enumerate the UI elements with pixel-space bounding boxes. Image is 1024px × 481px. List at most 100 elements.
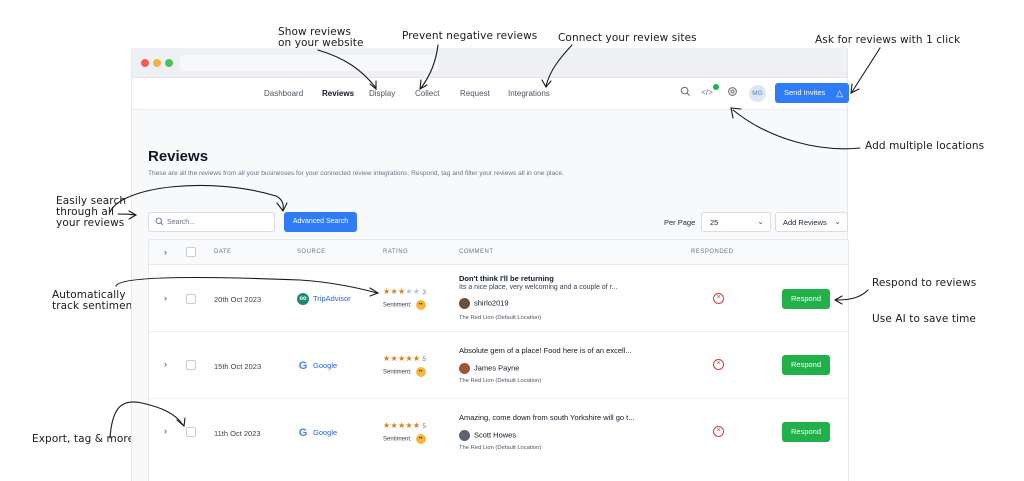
review-date: 15th Oct 2023 [214,362,262,371]
row-checkbox[interactable] [186,360,196,370]
chevron-down-icon: ⌄ [834,217,841,226]
per-page-label: Per Page [664,218,696,227]
comment-body: Its a nice place, very welcoming and a c… [459,284,618,291]
sentiment-label: Sentiment: [383,369,412,376]
review-date: 20th Oct 2023 [214,295,262,304]
table-header: › DATE SOURCE RATING COMMENT RESPONDED [149,240,848,265]
nav-display[interactable]: Display [369,89,395,98]
nav-collect[interactable]: Collect [415,89,439,98]
column-date: DATE [214,249,232,255]
add-reviews-dropdown[interactable]: Add Reviews ⌄ [775,212,848,232]
google-icon: G [298,360,308,372]
column-source: SOURCE [297,249,326,255]
not-responded-icon: × [713,359,724,370]
rating-value: 5 [422,423,427,430]
annotation-ask-reviews: Ask for reviews with 1 click [815,34,961,46]
review-source[interactable]: oo TripAdvisor [297,293,351,305]
respond-button[interactable]: Respond [782,422,830,442]
review-author: shirlo2019 [459,298,509,309]
table-row[interactable]: › 11th Oct 2023 G Google ★★★★★ 5 Sentiment… [149,399,848,466]
review-source[interactable]: G Google [297,427,337,439]
select-all-checkbox[interactable] [186,247,196,257]
sentiment-indicator: Sentiment: •• [383,367,426,377]
review-author: Scott Howes [459,430,516,441]
annotation-respond-reviews: Respond to reviews [872,277,977,289]
table-row[interactable]: › 20th Oct 2023 oo TripAdvisor ★★★★★ 3 Sen… [149,265,848,332]
page-title: Reviews [148,148,209,165]
star-rating: ★★★★★ 5 [383,421,427,430]
not-responded-icon: × [713,293,724,304]
source-label: TripAdvisor [313,293,351,303]
table-row[interactable]: › 15th Oct 2023 G Google ★★★★★ 5 Sentiment… [149,332,848,399]
author-avatar [459,363,470,374]
comment-title: Don't think I'll be returning [459,274,554,283]
neutral-face-icon: •• [415,434,426,444]
annotation-easily-search: Easily search through all your reviews [56,195,127,229]
author-name: Scott Howes [474,430,517,440]
annotation-export-tag: Export, tag & more [32,433,135,445]
search-input[interactable]: Search... [148,212,275,232]
neutral-face-icon: •• [415,300,426,310]
annotation-prevent-negative: Prevent negative reviews [402,30,538,42]
tripadvisor-icon: oo [297,293,309,305]
sentiment-label: Sentiment: [383,302,412,309]
sentiment-indicator: Sentiment: •• [383,300,426,310]
nav-integrations[interactable]: Integrations [508,89,550,98]
reviews-table: › DATE SOURCE RATING COMMENT RESPONDED ›… [148,239,849,481]
advanced-search-button[interactable]: Advanced Search [284,212,357,232]
add-reviews-label: Add Reviews [783,218,827,227]
review-location: The Red Lion (Default Location) [459,445,542,451]
review-location: The Red Lion (Default Location) [459,315,542,321]
neutral-face-icon: •• [415,367,426,377]
code-icon[interactable]: </> [700,86,714,100]
arrow-ask-reviews [851,47,881,93]
per-page-value: 25 [710,218,719,227]
nav-dashboard[interactable]: Dashboard [264,89,303,98]
author-name: James Payne [474,363,520,373]
respond-button[interactable]: Respond [782,289,830,309]
expand-row-icon[interactable]: › [164,426,167,436]
warning-icon: △ [836,88,843,98]
source-label: Google [313,427,338,437]
browser-window: Dashboard Reviews Display Collect Reques… [131,48,849,481]
annotation-connect-sites: Connect your review sites [558,32,697,44]
send-invites-button[interactable]: Send Invites △ [775,83,849,103]
search-icon [155,217,164,228]
annotation-use-ai: Use AI to save time [872,313,976,325]
expand-all-icon[interactable]: › [164,247,167,257]
comment-title: Absolute gem of a place! Food here is of… [459,346,632,355]
rating-value: 3 [422,289,427,296]
annotation-add-locations: Add multiple locations [865,140,985,152]
settings-icon[interactable] [725,86,739,100]
per-page-select[interactable]: 25 ⌄ [701,212,771,232]
annotation-track-sentiment: Automatically track sentiment [52,289,137,312]
source-label: Google [313,360,338,370]
respond-button[interactable]: Respond [782,355,830,375]
search-icon[interactable] [678,86,692,100]
expand-row-icon[interactable]: › [164,359,167,369]
expand-row-icon[interactable]: › [164,293,167,303]
row-checkbox[interactable] [186,427,196,437]
status-dot [713,84,719,90]
close-window-dot[interactable] [141,59,149,67]
column-responded: RESPONDED [691,249,734,255]
page-subtitle: These are all the reviews from all your … [148,170,564,177]
browser-chrome [132,48,847,78]
star-rating: ★★★★★ 3 [383,287,427,296]
row-checkbox[interactable] [186,294,196,304]
minimize-window-dot[interactable] [153,59,161,67]
nav-reviews[interactable]: Reviews [322,89,354,98]
sentiment-indicator: Sentiment: •• [383,434,426,444]
maximize-window-dot[interactable] [165,59,173,67]
google-icon: G [298,427,308,439]
nav-request[interactable]: Request [460,89,490,98]
address-bar[interactable] [180,55,438,71]
column-comment: COMMENT [459,249,494,255]
review-source[interactable]: G Google [297,360,337,372]
user-avatar[interactable]: MG [749,85,766,102]
author-avatar [459,430,470,441]
send-invites-label: Send Invites [784,88,826,97]
sentiment-label: Sentiment: [383,436,412,443]
chevron-down-icon: ⌄ [757,217,764,226]
page: Show reviews on your website Prevent neg… [0,0,1024,481]
